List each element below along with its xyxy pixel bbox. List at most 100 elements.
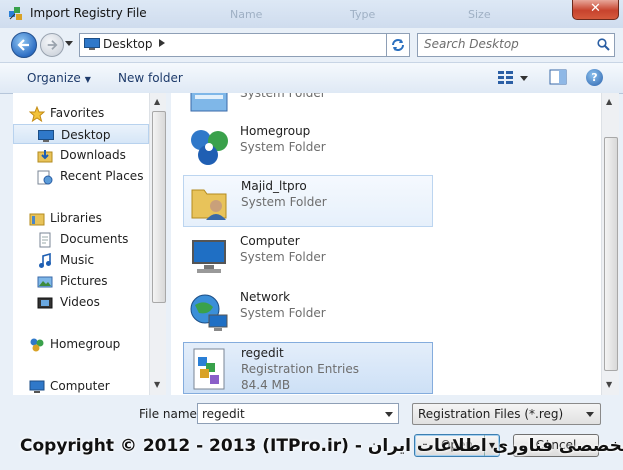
file-name-value: regedit bbox=[202, 407, 245, 421]
computer-icon bbox=[192, 240, 226, 273]
nav-item-label: Videos bbox=[60, 295, 100, 309]
file-item-user-folder[interactable]: Majid_ltpro System Folder bbox=[183, 175, 433, 227]
scrollbar-thumb[interactable] bbox=[152, 111, 166, 303]
file-item-libraries[interactable]: System Folder bbox=[183, 93, 433, 119]
address-location: Desktop bbox=[103, 37, 153, 51]
scroll-up-icon[interactable]: ▲ bbox=[154, 97, 160, 106]
nav-item-recent-places[interactable]: Recent Places bbox=[13, 166, 149, 186]
nav-item-documents[interactable]: Documents bbox=[13, 229, 149, 249]
homegroup-icon bbox=[191, 130, 228, 165]
nav-computer-label: Computer bbox=[50, 379, 110, 393]
search-input[interactable]: Search Desktop bbox=[417, 33, 615, 57]
address-bar[interactable]: Desktop bbox=[79, 33, 384, 57]
regedit-app-icon bbox=[9, 7, 22, 20]
new-folder-button[interactable]: New folder bbox=[118, 71, 183, 85]
file-name: Computer bbox=[240, 234, 300, 248]
scrollbar-thumb[interactable] bbox=[604, 137, 618, 371]
navigation-pane: Favorites Desktop Downloads Recent Place… bbox=[13, 93, 149, 395]
nav-item-label: Recent Places bbox=[60, 169, 144, 183]
homegroup-icon bbox=[30, 338, 44, 352]
nav-item-videos[interactable]: Videos bbox=[13, 292, 149, 312]
file-name: Homegroup bbox=[240, 124, 311, 138]
documents-icon bbox=[39, 232, 51, 248]
desktop-icon bbox=[84, 38, 100, 50]
nav-item-pictures[interactable]: Pictures bbox=[13, 271, 149, 291]
user-folder-icon bbox=[191, 189, 227, 220]
file-kind: System Folder bbox=[240, 93, 326, 100]
file-kind: System Folder bbox=[240, 250, 326, 264]
refresh-icon bbox=[392, 39, 404, 51]
help-icon[interactable]: ? bbox=[586, 69, 603, 86]
breadcrumb-chevron-icon[interactable] bbox=[159, 39, 165, 47]
chevron-down-icon bbox=[586, 412, 594, 417]
background-column-type: Type bbox=[350, 8, 376, 21]
file-list-scrollbar[interactable]: ▲ ▼ bbox=[601, 93, 619, 395]
back-arrow-icon bbox=[17, 39, 29, 51]
nav-item-desktop[interactable]: Desktop bbox=[13, 124, 149, 144]
forward-arrow-icon bbox=[47, 40, 58, 50]
close-button[interactable]: ✕ bbox=[572, 0, 619, 20]
file-name: Network bbox=[240, 290, 291, 304]
refresh-button[interactable] bbox=[386, 33, 410, 57]
nav-item-music[interactable]: Music bbox=[13, 250, 149, 270]
recent-pages-dropdown-icon[interactable] bbox=[65, 41, 73, 46]
scroll-down-icon[interactable]: ▼ bbox=[606, 380, 612, 389]
file-item-homegroup[interactable]: Homegroup System Folder bbox=[183, 121, 433, 173]
registry-file-icon bbox=[193, 348, 225, 390]
organize-button[interactable]: Organize ▼ bbox=[27, 71, 91, 85]
search-placeholder: Search Desktop bbox=[424, 37, 519, 51]
network-icon bbox=[190, 294, 228, 331]
music-icon bbox=[39, 253, 51, 268]
nav-item-label: Downloads bbox=[60, 148, 126, 162]
file-name-label: File name: bbox=[139, 407, 201, 421]
scroll-up-icon[interactable]: ▲ bbox=[606, 97, 612, 106]
nav-item-label: Documents bbox=[60, 232, 129, 246]
file-name: Majid_ltpro bbox=[241, 179, 307, 193]
window-title: Import Registry File bbox=[30, 6, 147, 20]
file-kind: System Folder bbox=[240, 140, 326, 154]
file-item-network[interactable]: Network System Folder bbox=[183, 287, 433, 339]
nav-computer[interactable]: Computer bbox=[13, 376, 149, 395]
libraries-icon bbox=[190, 93, 228, 112]
chevron-down-icon[interactable] bbox=[385, 412, 393, 417]
nav-favorites[interactable]: Favorites bbox=[13, 103, 149, 123]
nav-libraries[interactable]: Libraries bbox=[13, 208, 149, 228]
address-row: Desktop Search Desktop bbox=[0, 28, 623, 60]
file-list: System Folder Homegroup System Folder Ma… bbox=[171, 93, 601, 395]
organize-label: Organize bbox=[27, 71, 81, 85]
chevron-down-icon: ▼ bbox=[84, 75, 91, 84]
file-item-regedit[interactable]: regedit Registration Entries 84.4 MB bbox=[183, 342, 433, 394]
nav-item-label: Desktop bbox=[61, 128, 111, 142]
file-name-input[interactable]: regedit bbox=[197, 403, 399, 424]
command-bar: Organize ▼ New folder ? bbox=[0, 62, 623, 94]
file-item-computer[interactable]: Computer System Folder bbox=[183, 231, 433, 283]
nav-item-downloads[interactable]: Downloads bbox=[13, 145, 149, 165]
file-kind: Registration Entries bbox=[241, 362, 359, 376]
nav-homegroup[interactable]: Homegroup bbox=[13, 334, 149, 354]
change-view-icon[interactable] bbox=[496, 68, 516, 87]
desktop-icon bbox=[38, 130, 54, 142]
nav-libraries-label: Libraries bbox=[50, 211, 102, 225]
nav-homegroup-label: Homegroup bbox=[50, 337, 121, 351]
libraries-icon bbox=[29, 213, 45, 226]
file-size: 84.4 MB bbox=[241, 378, 291, 392]
file-type-value: Registration Files (*.reg) bbox=[418, 407, 564, 421]
computer-icon bbox=[29, 380, 45, 393]
recent-places-icon bbox=[37, 170, 53, 185]
import-registry-dialog: Import Registry File Name Type Size ✕ De… bbox=[0, 0, 623, 470]
search-icon bbox=[597, 38, 610, 51]
file-type-select[interactable]: Registration Files (*.reg) bbox=[412, 403, 601, 425]
scroll-down-icon[interactable]: ▼ bbox=[154, 380, 160, 389]
star-icon bbox=[29, 106, 45, 122]
preview-pane-icon[interactable] bbox=[549, 69, 567, 85]
view-options-chevron-icon[interactable] bbox=[520, 76, 528, 81]
forward-button[interactable] bbox=[40, 33, 64, 57]
videos-icon bbox=[37, 297, 53, 309]
back-button[interactable] bbox=[11, 32, 37, 58]
copyright-watermark: Copyright © 2012 - 2013 (ITPro.ir) - انج… bbox=[20, 436, 623, 456]
file-kind: System Folder bbox=[241, 195, 327, 209]
title-bar: Import Registry File Name Type Size ✕ bbox=[0, 0, 623, 28]
navigation-scrollbar[interactable]: ▲ ▼ bbox=[149, 93, 167, 395]
file-kind: System Folder bbox=[240, 306, 326, 320]
background-column-name: Name bbox=[230, 8, 263, 21]
